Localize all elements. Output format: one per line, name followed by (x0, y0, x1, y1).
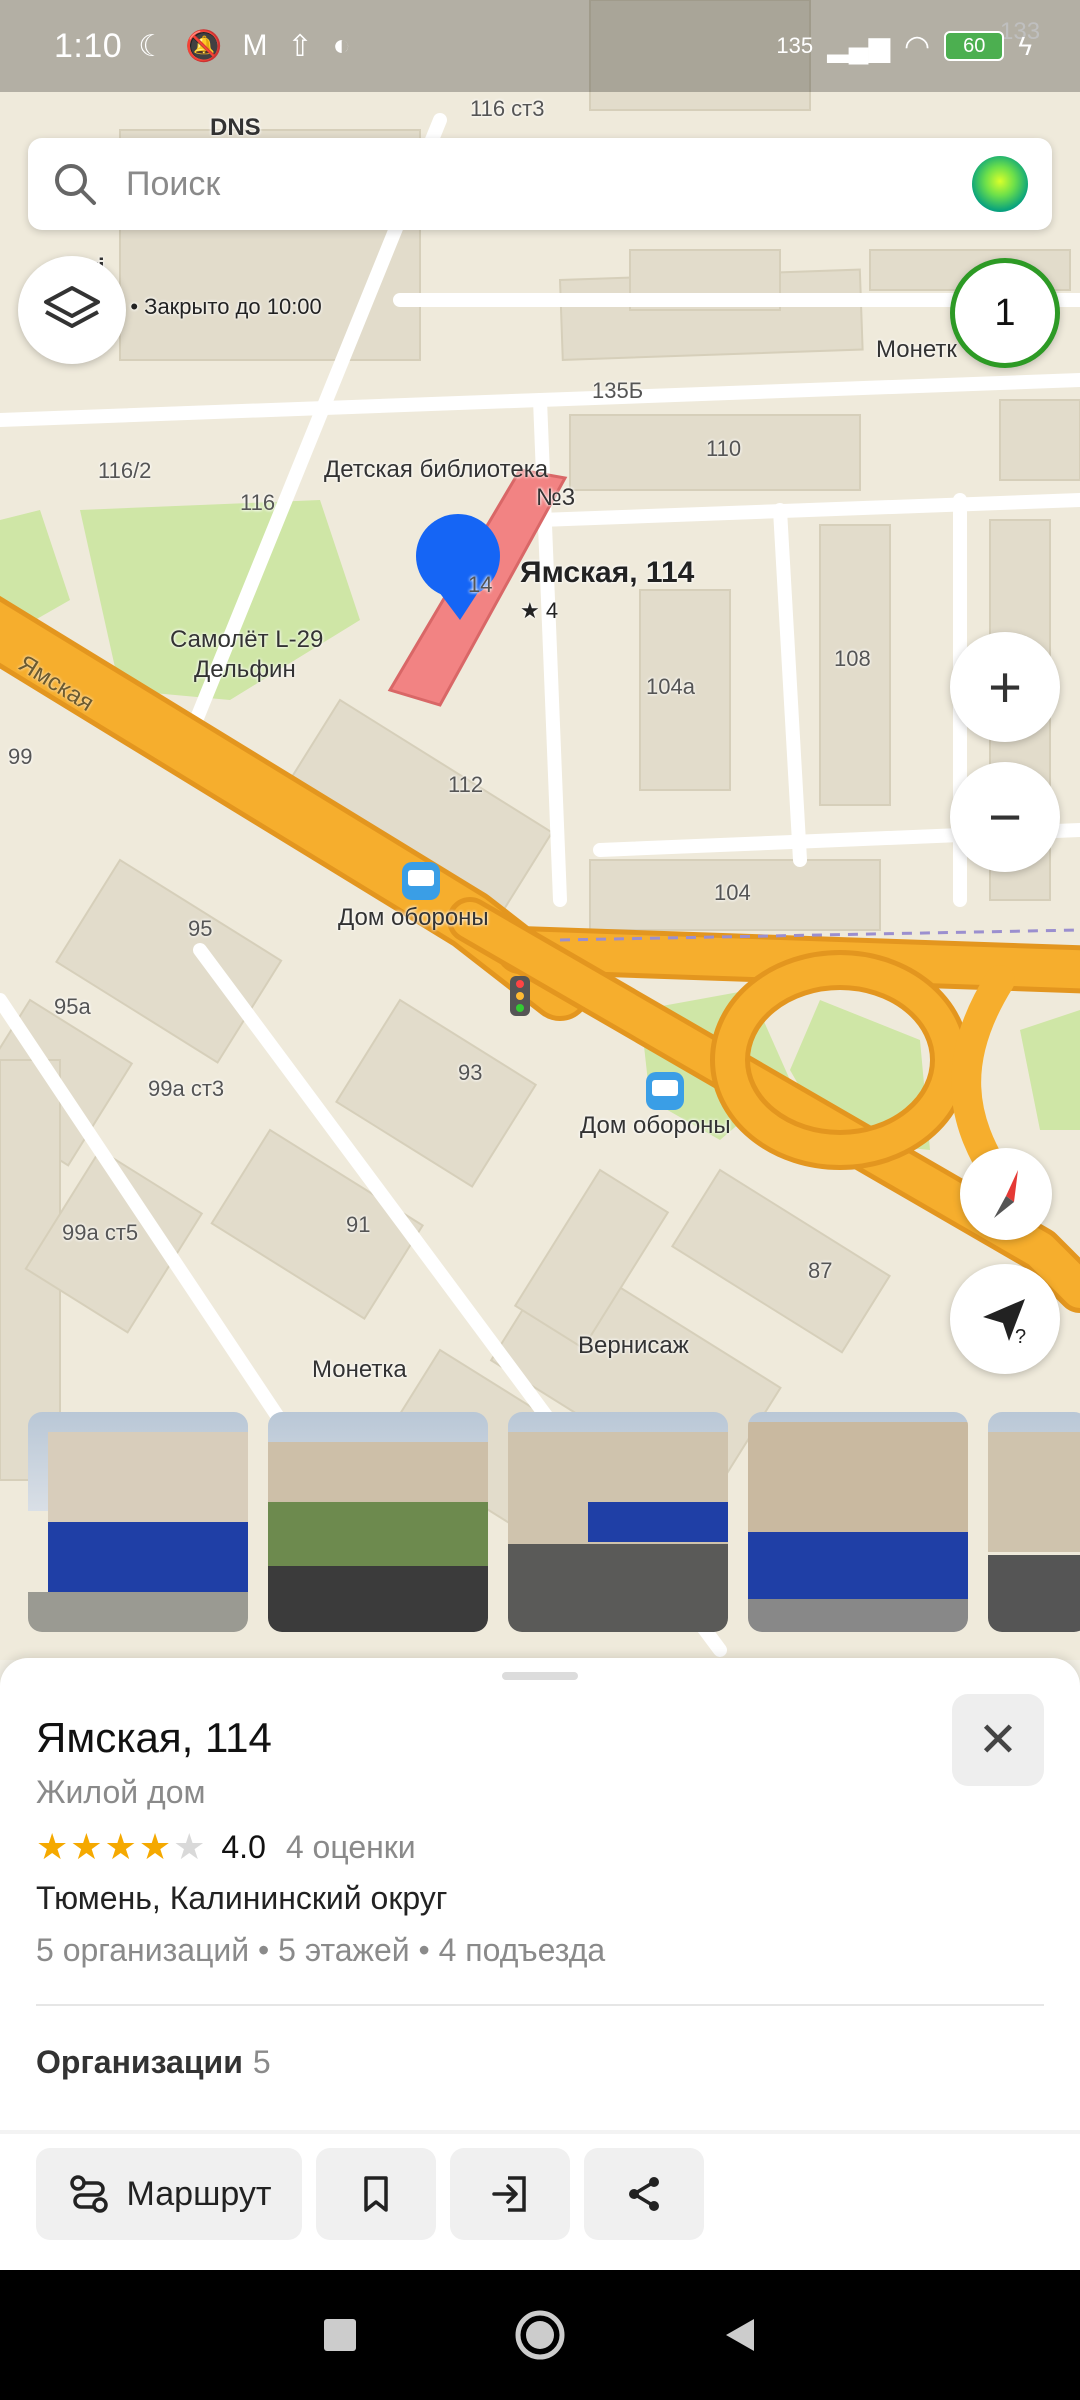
search-input[interactable] (126, 164, 972, 204)
my-location-button[interactable]: ? (950, 1264, 1060, 1374)
screen: 116 ст3 DNS 133 kari 6 • Закрыто до 10:0… (0, 0, 1080, 2400)
map-label: 116 (240, 490, 276, 515)
map-label-library[interactable]: Детская библиотека (324, 456, 548, 484)
map-label: 87 (808, 1258, 833, 1283)
place-card: ✕ Ямская, 114 Жилой дом ★★★★★ 4.0 4 оцен… (0, 1658, 1080, 2270)
moon-icon: ☾ (138, 29, 166, 63)
place-facts: 5 организаций • 5 этажей • 4 подъезда (36, 1932, 606, 1968)
map-label-monument-2: Дельфин (194, 656, 296, 683)
route-button[interactable]: Маршрут (36, 2148, 302, 2240)
photo-thumbnail[interactable] (748, 1412, 968, 1632)
upload-icon: ⇧ (287, 29, 313, 63)
place-type: Жилой дом (36, 1774, 206, 1810)
enter-icon (492, 2176, 526, 2212)
map-label: 108 (834, 646, 871, 671)
place-address: Тюмень, Калининский округ (36, 1880, 448, 1916)
home-button[interactable] (510, 2305, 570, 2365)
map-label: 135Б (592, 378, 644, 403)
map-label-bus-stop[interactable]: Дом обороны (580, 1112, 731, 1140)
share-button[interactable] (584, 2148, 704, 2240)
home-circle-icon (515, 2310, 565, 2360)
map[interactable]: 116 ст3 DNS 133 kari 6 • Закрыто до 10:0… (0, 0, 1080, 1660)
svg-text:?: ? (1015, 1326, 1026, 1348)
map-label: 91 (346, 1212, 371, 1237)
recent-apps-button[interactable] (310, 2305, 370, 2365)
square-icon (324, 2319, 356, 2351)
map-label: 93 (458, 1060, 483, 1085)
photo-thumbnail[interactable] (268, 1412, 488, 1632)
system-nav-bar (0, 2270, 1080, 2400)
mail-icon: M (242, 29, 268, 62)
divider (36, 2004, 1044, 2006)
bookmark-icon (364, 2176, 388, 2212)
battery-icon: 60 (944, 31, 1005, 61)
wifi-icon: ◠ (904, 29, 931, 63)
rating-row[interactable]: ★★★★★ 4.0 4 оценки (36, 1826, 416, 1868)
organizations-label: Организации (36, 2044, 243, 2080)
map-label: 95а (54, 994, 91, 1019)
share-icon (629, 2177, 659, 2211)
map-label: 116/2 (98, 458, 152, 483)
rating-value: 4.0 (221, 1828, 266, 1865)
back-triangle-icon (726, 2319, 754, 2351)
map-label-selected-rating: ★ 4 (520, 598, 559, 623)
map-label: 110 (706, 436, 742, 461)
photo-thumbnail[interactable] (28, 1412, 248, 1632)
zoom-out-button[interactable]: − (950, 762, 1060, 872)
map-label: 99а ст3 (148, 1076, 225, 1101)
map-base (0, 0, 1080, 1660)
mute-icon: 🔕 (185, 29, 223, 63)
action-bar: Маршрут (36, 2148, 1046, 2240)
compass-button[interactable] (960, 1148, 1052, 1240)
photo-carousel[interactable] (28, 1412, 1080, 1632)
status-bar: 1:10 ☾ 🔕 M ⇧ ◐ 135 ▂▄▆ ◠ 60 ϟ (0, 0, 1080, 92)
route-icon (69, 2175, 108, 2213)
organizations-count: 5 (252, 2044, 271, 2080)
map-label: 116 ст3 (470, 96, 545, 121)
network-speed: 135 (776, 33, 814, 58)
map-label: 14 (468, 572, 493, 597)
app-icon: ◐ (332, 29, 351, 62)
map-label-vernisazh[interactable]: Вернисаж (578, 1332, 689, 1360)
zoom-in-button[interactable]: + (950, 632, 1060, 742)
bookmark-button[interactable] (316, 2148, 436, 2240)
map-label-monetka[interactable]: Монетк (876, 336, 957, 364)
close-button[interactable]: ✕ (952, 1694, 1044, 1786)
map-label-bus-stop[interactable]: Дом обороны (338, 904, 489, 932)
notification-counter-button[interactable]: 1 (950, 258, 1060, 368)
back-button[interactable] (710, 2305, 770, 2365)
organizations-row[interactable]: Организации 5 (36, 2044, 271, 2081)
map-label: 112 (448, 772, 484, 797)
star-rating-icon: ★★★★★ (36, 1826, 208, 1867)
layers-icon (44, 286, 100, 328)
map-label: 95 (188, 916, 213, 941)
route-label: Маршрут (126, 2174, 272, 2213)
map-label: 99а ст5 (62, 1220, 139, 1245)
photo-thumbnail[interactable] (988, 1412, 1080, 1632)
signal-icon: ▂▄▆ (827, 30, 891, 62)
charging-icon: ϟ (1018, 30, 1032, 61)
map-label-selected-address: Ямская, 114 (520, 556, 695, 589)
map-label: 104 (714, 880, 751, 905)
compass-icon (994, 1170, 1018, 1218)
voice-assistant-icon[interactable] (972, 156, 1028, 212)
map-label-store-status: 6 • Закрыто до 10:00 (112, 294, 322, 319)
entrance-button[interactable] (450, 2148, 570, 2240)
search-icon (55, 164, 96, 205)
navigation-arrow-icon: ? (983, 1299, 1026, 1348)
map-label: 104а (646, 674, 695, 699)
map-label-monetka[interactable]: Монетка (312, 1356, 407, 1384)
status-time: 1:10 (54, 26, 123, 65)
map-label: 99 (8, 744, 33, 769)
search-bar[interactable] (28, 138, 1052, 230)
map-label-library-num: №3 (536, 484, 576, 511)
layers-button[interactable] (18, 256, 126, 364)
place-title: Ямская, 114 (36, 1714, 272, 1761)
photo-thumbnail[interactable] (508, 1412, 728, 1632)
sheet-drag-handle[interactable] (502, 1672, 578, 1680)
divider (0, 2130, 1080, 2134)
rating-count: 4 оценки (285, 1828, 416, 1865)
battery-level: 60 (963, 34, 986, 57)
map-label-monument[interactable]: Самолёт L-29 (170, 626, 323, 654)
